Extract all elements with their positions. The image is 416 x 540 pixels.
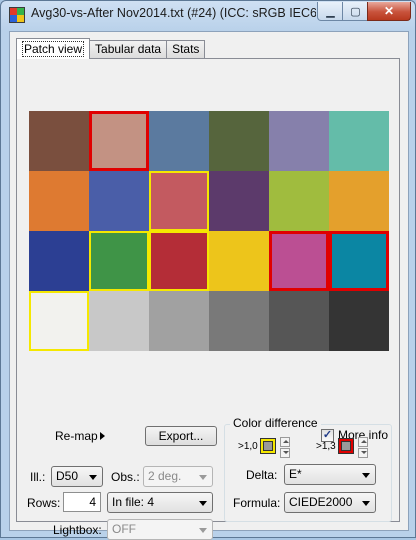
delta-select[interactable]: E* xyxy=(284,464,376,485)
minimize-button[interactable]: ▁ xyxy=(317,2,344,21)
delta-label: Delta: xyxy=(246,468,278,482)
color-patch-11[interactable] xyxy=(269,171,329,231)
color-patch-16[interactable] xyxy=(209,231,269,291)
threshold-2-color-inner xyxy=(341,441,351,451)
color-patch-9[interactable] xyxy=(149,171,209,231)
color-difference-title: Color difference xyxy=(230,416,321,430)
app-window: Avg30-vs-After Nov2014.txt (#24) (ICC: s… xyxy=(0,0,416,540)
in-file-rows-select[interactable]: In file: 4 xyxy=(107,492,213,513)
app-icon xyxy=(9,7,25,23)
color-patch-4[interactable] xyxy=(209,111,269,171)
threshold-2-down-icon[interactable] xyxy=(358,448,368,458)
threshold-1-spinner[interactable] xyxy=(280,437,290,458)
threshold-2-color-swatch[interactable] xyxy=(338,438,354,454)
color-patch-12[interactable] xyxy=(329,171,389,231)
threshold-1-up-icon[interactable] xyxy=(280,437,290,447)
maximize-button[interactable]: ▢ xyxy=(342,2,369,21)
color-patch-13[interactable] xyxy=(29,231,89,291)
color-patch-20[interactable] xyxy=(89,291,149,351)
ill-label: Ill.: xyxy=(30,470,46,484)
obs-label: Obs.: xyxy=(111,470,140,484)
color-patch-3[interactable] xyxy=(149,111,209,171)
color-patch-14[interactable] xyxy=(89,231,149,291)
remap-arrow-icon[interactable] xyxy=(100,432,105,440)
threshold-2-label: >1,3 xyxy=(316,441,336,452)
color-patch-22[interactable] xyxy=(209,291,269,351)
remap-label[interactable]: Re-map xyxy=(55,429,98,443)
color-patch-2[interactable] xyxy=(89,111,149,171)
rows-input[interactable]: 4 xyxy=(63,492,101,512)
tab-strip: Patch view Tabular data Stats xyxy=(16,38,206,59)
title-bar[interactable]: Avg30-vs-After Nov2014.txt (#24) (ICC: s… xyxy=(1,1,415,27)
color-patch-7[interactable] xyxy=(29,171,89,231)
color-patch-5[interactable] xyxy=(269,111,329,171)
export-button[interactable]: Export... xyxy=(145,426,217,446)
color-patch-23[interactable] xyxy=(269,291,329,351)
tab-patch-view-label: Patch view xyxy=(22,41,85,57)
threshold-1-color-swatch[interactable] xyxy=(260,438,276,454)
illuminant-select[interactable]: D50 xyxy=(51,466,103,487)
color-patch-17[interactable] xyxy=(269,231,329,291)
lightbox-label: Lightbox: xyxy=(53,523,102,537)
color-patch-24[interactable] xyxy=(329,291,389,351)
color-patch-21[interactable] xyxy=(149,291,209,351)
tab-stats[interactable]: Stats xyxy=(166,40,206,58)
close-button[interactable]: ✕ xyxy=(367,2,411,21)
color-patch-6[interactable] xyxy=(329,111,389,171)
color-patch-18[interactable] xyxy=(329,231,389,291)
threshold-1-color-inner xyxy=(263,441,273,451)
client-area: Patch view Tabular data Stats Re-map Exp… xyxy=(9,31,409,540)
threshold-1-label: >1,0 xyxy=(238,441,258,452)
threshold-1-down-icon[interactable] xyxy=(280,448,290,458)
color-patch-8[interactable] xyxy=(89,171,149,231)
threshold-2-up-icon[interactable] xyxy=(358,437,368,447)
formula-select[interactable]: CIEDE2000 xyxy=(284,492,376,513)
tab-patch-view[interactable]: Patch view xyxy=(16,38,91,59)
observer-select[interactable]: 2 deg. xyxy=(143,466,213,487)
window-title: Avg30-vs-After Nov2014.txt (#24) (ICC: s… xyxy=(31,6,316,20)
formula-label: Formula: xyxy=(233,496,281,510)
patch-grid xyxy=(29,111,389,351)
lightbox-select[interactable]: OFF xyxy=(107,519,213,540)
rows-label: Rows: xyxy=(27,496,61,510)
color-patch-1[interactable] xyxy=(29,111,89,171)
threshold-2-spinner[interactable] xyxy=(358,437,368,458)
color-patch-19[interactable] xyxy=(29,291,89,351)
color-patch-10[interactable] xyxy=(209,171,269,231)
color-patch-15[interactable] xyxy=(149,231,209,291)
tab-tabular-data[interactable]: Tabular data xyxy=(89,40,168,58)
